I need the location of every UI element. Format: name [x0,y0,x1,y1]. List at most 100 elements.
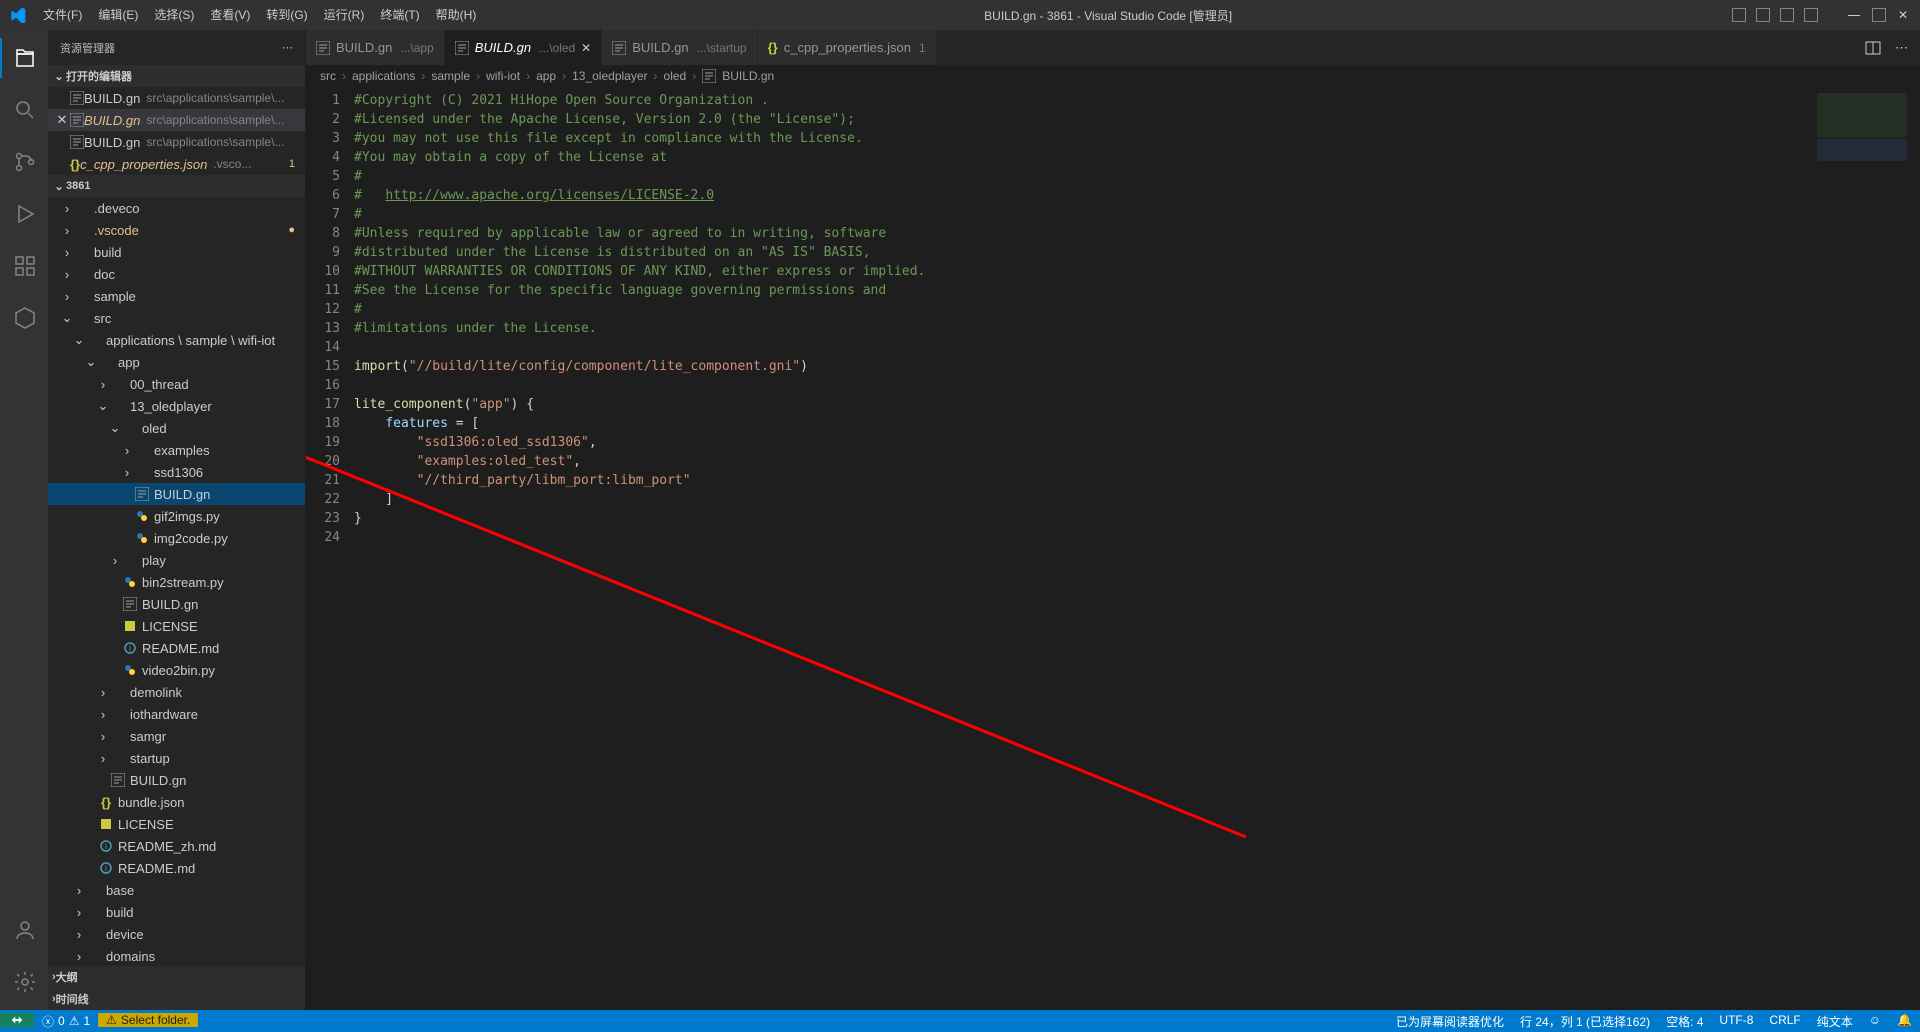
tree-item[interactable]: ›build [48,901,305,923]
breadcrumb-item[interactable]: app [536,69,556,83]
twisty-icon[interactable]: › [96,751,110,766]
source-control-icon[interactable] [0,142,48,182]
tree-item[interactable]: ›domains [48,945,305,966]
twisty-icon[interactable]: › [96,729,110,744]
tree-item[interactable]: BUILD.gn [48,483,305,505]
layout-secondary-icon[interactable] [1780,8,1794,22]
split-editor-icon[interactable] [1865,40,1881,56]
problems-indicator[interactable]: ⓧ0 ⚠1 [34,1013,98,1030]
remote-indicator[interactable] [0,1013,34,1027]
layout-custom-icon[interactable] [1804,8,1818,22]
tree-item[interactable]: ⌄applications \ sample \ wifi-iot [48,329,305,351]
tree-item[interactable]: ⌄13_oledplayer [48,395,305,417]
indentation[interactable]: 空格: 4 [1658,1013,1711,1030]
settings-gear-icon[interactable] [0,962,48,1002]
feedback-icon[interactable]: ☺ [1861,1013,1889,1027]
editor-tab[interactable]: BUILD.gn...\oled✕ [445,30,602,65]
twisty-icon[interactable]: › [72,949,86,964]
minimize-icon[interactable] [1848,15,1860,16]
twisty-icon[interactable]: ⌄ [108,420,122,436]
layout-panel-icon[interactable] [1756,8,1770,22]
cursor-position[interactable]: 行 24，列 1 (已选择162) [1512,1013,1658,1030]
project-header[interactable]: ⌄ 3861 [48,175,305,197]
tree-item[interactable]: ›doc [48,263,305,285]
breadcrumb-item[interactable]: sample [431,69,470,83]
twisty-icon[interactable]: › [108,553,122,568]
outline-header[interactable]: › 大纲 [48,966,305,988]
breadcrumb-item[interactable]: 13_oledplayer [572,69,647,83]
tree-item[interactable]: ›examples [48,439,305,461]
tree-item[interactable]: ›ssd1306 [48,461,305,483]
code-editor[interactable]: 123456789101112131415161718192021222324 … [306,87,1920,1010]
menu-item[interactable]: 选择(S) [146,0,202,30]
menu-item[interactable]: 帮助(H) [428,0,485,30]
twisty-icon[interactable]: ⌄ [96,398,110,414]
breadcrumb-item[interactable]: oled [664,69,687,83]
twisty-icon[interactable]: › [120,443,134,458]
close-tab-icon[interactable]: ✕ [581,41,591,55]
menu-item[interactable]: 查看(V) [202,0,258,30]
tree-item[interactable]: ⌄app [48,351,305,373]
twisty-icon[interactable]: › [72,927,86,942]
tree-item[interactable]: iREADME_zh.md [48,835,305,857]
tree-item[interactable]: ›startup [48,747,305,769]
tree-item[interactable]: iREADME.md [48,857,305,879]
twisty-icon[interactable]: › [60,289,74,304]
tree-item[interactable]: BUILD.gn [48,769,305,791]
twisty-icon[interactable]: › [60,201,74,216]
close-editor-icon[interactable]: ✕ [54,112,70,128]
tree-item[interactable]: ›sample [48,285,305,307]
twisty-icon[interactable]: › [72,905,86,920]
tree-item[interactable]: ›.deveco [48,197,305,219]
breadcrumb[interactable]: src›applications›sample›wifi-iot›app›13_… [306,65,1920,87]
breadcrumb-item[interactable]: applications [352,69,415,83]
open-editors-header[interactable]: ⌄ 打开的编辑器 [48,65,305,87]
menu-item[interactable]: 编辑(E) [90,0,146,30]
encoding[interactable]: UTF-8 [1711,1013,1761,1027]
tree-item[interactable]: ›iothardware [48,703,305,725]
explorer-icon[interactable] [0,38,48,78]
tree-item[interactable]: iREADME.md [48,637,305,659]
twisty-icon[interactable]: › [96,377,110,392]
layout-primary-icon[interactable] [1732,8,1746,22]
notifications-icon[interactable]: 🔔 [1889,1013,1920,1027]
twisty-icon[interactable]: › [72,883,86,898]
tree-item[interactable]: LICENSE [48,615,305,637]
tree-item[interactable]: video2bin.py [48,659,305,681]
twisty-icon[interactable]: ⌄ [60,310,74,326]
open-editor-item[interactable]: BUILD.gnsrc\applications\sample\... [48,87,305,109]
twisty-icon[interactable]: › [60,267,74,282]
tree-item[interactable]: ›play [48,549,305,571]
menu-item[interactable]: 转到(G) [258,0,315,30]
search-icon[interactable] [0,90,48,130]
twisty-icon[interactable]: › [96,707,110,722]
editor-tab[interactable]: BUILD.gn...\startup [602,30,757,65]
tree-item[interactable]: LICENSE [48,813,305,835]
twisty-icon[interactable]: › [96,685,110,700]
tree-item[interactable]: img2code.py [48,527,305,549]
maximize-icon[interactable] [1872,8,1886,22]
extensions-icon[interactable] [0,246,48,286]
twisty-icon[interactable]: › [60,245,74,260]
open-editor-item[interactable]: ✕BUILD.gnsrc\applications\sample\... [48,109,305,131]
more-actions-icon[interactable]: ⋯ [1895,40,1908,56]
open-editor-item[interactable]: BUILD.gnsrc\applications\sample\... [48,131,305,153]
menu-item[interactable]: 运行(R) [316,0,373,30]
deveco-icon[interactable] [0,298,48,338]
timeline-header[interactable]: › 时间线 [48,988,305,1010]
tree-item[interactable]: ›00_thread [48,373,305,395]
tree-item[interactable]: gif2imgs.py [48,505,305,527]
editor-tab[interactable]: BUILD.gn...\app [306,30,445,65]
tree-item[interactable]: ›base [48,879,305,901]
tree-item[interactable]: ⌄src [48,307,305,329]
language-mode[interactable]: 纯文本 [1809,1013,1861,1030]
account-icon[interactable] [0,910,48,950]
minimap[interactable] [1810,87,1920,1010]
screen-reader-status[interactable]: 已为屏幕阅读器优化 [1388,1013,1512,1030]
tree-item[interactable]: ›build [48,241,305,263]
breadcrumb-item[interactable]: src [320,69,336,83]
breadcrumb-item[interactable]: BUILD.gn [722,69,774,83]
breadcrumb-item[interactable]: wifi-iot [486,69,520,83]
sidebar-more-icon[interactable]: ⋯ [282,41,293,54]
menu-item[interactable]: 终端(T) [372,0,427,30]
